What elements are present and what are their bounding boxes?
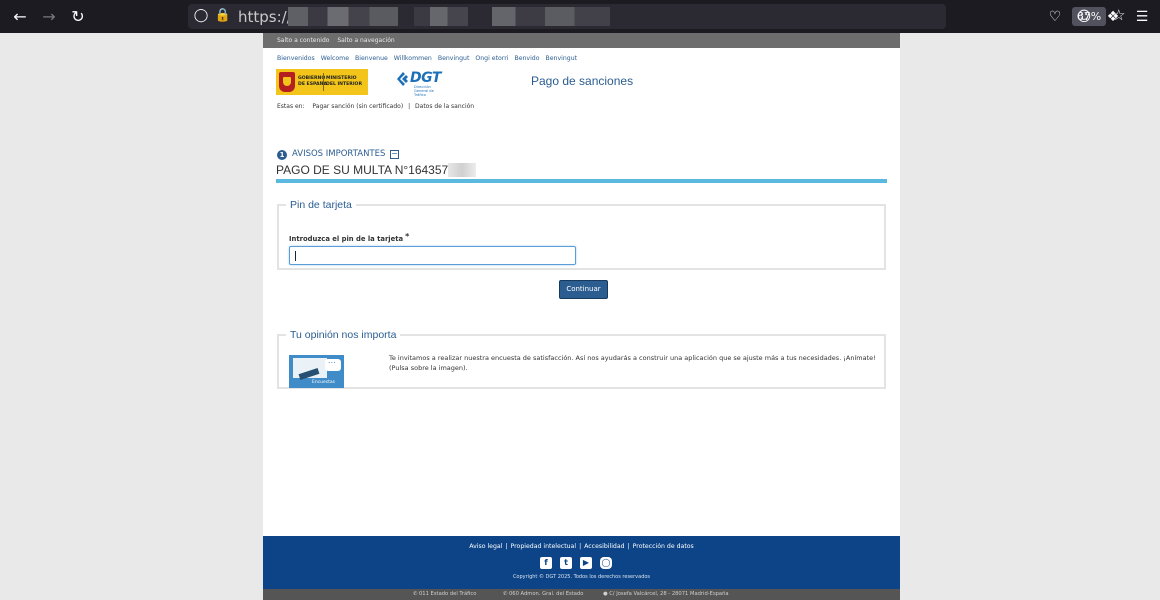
dgt-subtitle: Dirección General de Tráfico xyxy=(414,85,434,97)
facebook-icon[interactable]: f xyxy=(540,557,552,569)
logo-divider xyxy=(323,73,324,91)
url-redacted xyxy=(492,7,610,26)
dgt-mark-icon xyxy=(397,72,408,86)
breadcrumb: Estas en: Pagar sanción (sin certificado… xyxy=(277,103,477,110)
pin-input[interactable] xyxy=(289,246,576,265)
menu-icon[interactable]: ☰ xyxy=(1131,6,1153,28)
opinion-text: Te invitamos a realizar nuestra encuesta… xyxy=(389,354,876,372)
url-redacted xyxy=(414,7,468,26)
footer-link-proteccion[interactable]: Protección de datos xyxy=(633,543,694,550)
pin-legend: Pin de tarjeta xyxy=(290,199,352,211)
shield-icon[interactable]: ◯ xyxy=(192,7,210,25)
ministerio-text: MINISTERIO DEL INTERIOR xyxy=(326,76,362,87)
skip-links-bar: Salto a contenido Salto a navegación xyxy=(263,33,900,48)
breadcrumb-link[interactable]: Pagar sanción (sin certificado) xyxy=(312,103,403,110)
address: ● C/ Josefa Valcárcel, 28 - 28071 Madrid… xyxy=(603,591,729,597)
gobierno-logo[interactable]: GOBIERNO DE ESPAÑA MINISTERIO DEL INTERIOR xyxy=(276,69,368,95)
lang-link[interactable]: Benvingut xyxy=(438,55,470,62)
footer-links: Aviso legal | Propiedad intelectual | Accesi… xyxy=(469,543,694,550)
lang-link[interactable]: Willkommen xyxy=(394,55,432,62)
phone-traffic: ✆ 011 Estado del Tráfico xyxy=(413,591,477,597)
pin-fieldset: Pin de tarjeta Introduzca el pin de la t… xyxy=(277,199,886,270)
opinion-fieldset: Tu opinión nos importa Encuestas Te invi… xyxy=(277,329,886,389)
account-icon[interactable]: ☺ xyxy=(1073,6,1095,28)
breadcrumb-separator: | xyxy=(408,103,411,110)
skip-to-content-link[interactable]: Salto a contenido xyxy=(277,37,329,44)
url-bar[interactable]: ◯ 🔒 https:// 67% ☆ xyxy=(188,4,1125,29)
page-title: Pago de sanciones xyxy=(531,74,634,88)
dgt-wordmark: DGT xyxy=(410,70,441,86)
section-divider xyxy=(276,179,887,183)
browser-toolbar: ← → ↻ ◯ 🔒 https:// 67% ☆ ♡ ☺ ❖ ☰ xyxy=(0,0,1160,33)
continue-button[interactable]: Continuar xyxy=(559,280,608,299)
footer-link-propiedad[interactable]: Propiedad intelectual xyxy=(511,543,577,550)
footer-link-accesibilidad[interactable]: Accesibilidad xyxy=(584,543,624,550)
opinion-legend: Tu opinión nos importa xyxy=(290,329,397,341)
pocket-icon[interactable]: ♡ xyxy=(1044,6,1066,28)
footer-link-aviso-legal[interactable]: Aviso legal xyxy=(469,543,502,550)
dgt-logo[interactable]: DGT Dirección General de Tráfico xyxy=(396,70,452,97)
breadcrumb-current: Datos de la sanción xyxy=(415,103,475,110)
collapse-icon[interactable]: − xyxy=(390,150,399,159)
forward-icon[interactable]: → xyxy=(38,6,60,28)
text-caret xyxy=(295,251,296,261)
lang-link[interactable]: Bienvenue xyxy=(355,55,388,62)
skip-to-nav-link[interactable]: Salto a navegación xyxy=(337,37,394,44)
youtube-icon[interactable]: ▶ xyxy=(580,557,592,569)
survey-image[interactable]: Encuestas xyxy=(289,355,344,388)
breadcrumb-lead: Estas en: xyxy=(277,103,305,110)
required-mark: * xyxy=(405,232,410,241)
pin-field-label: Introduzca el pin de la tarjeta * xyxy=(289,232,410,243)
contact-bar: ✆ 011 Estado del Tráfico ✆ 060 Admon. Gr… xyxy=(263,589,900,600)
coat-of-arms-icon xyxy=(279,72,295,92)
copyright: Copyright © DGT 2025. Todos los derechos… xyxy=(512,574,651,580)
twitter-icon[interactable]: t xyxy=(560,557,572,569)
footer: Aviso legal | Propiedad intelectual | Accesi… xyxy=(263,536,900,589)
multa-number-redacted xyxy=(448,163,476,177)
phone-admin: ✆ 060 Admon. Gral. del Estado xyxy=(503,591,584,597)
lang-link[interactable]: Benvido xyxy=(514,55,539,62)
avisos-count-badge: 1 xyxy=(277,150,287,160)
url-text[interactable]: https:// xyxy=(238,8,292,26)
lang-link[interactable]: Ongi etorri xyxy=(475,55,508,62)
lang-link[interactable]: Bienvenidos xyxy=(277,55,315,62)
lang-link[interactable]: Benvingut xyxy=(546,55,578,62)
avisos-label[interactable]: AVISOS IMPORTANTES xyxy=(292,149,385,159)
instagram-icon[interactable]: ◯ xyxy=(600,557,612,569)
back-icon[interactable]: ← xyxy=(9,6,31,28)
url-redacted xyxy=(288,7,398,26)
multa-heading: PAGO DE SU MULTA N°164357 xyxy=(276,163,449,177)
survey-image-label: Encuestas xyxy=(312,380,336,385)
language-links: Bienvenidos Welcome Bienvenue Willkommen… xyxy=(277,55,581,62)
page: Salto a contenido Salto a navegación Bie… xyxy=(263,33,900,600)
extensions-icon[interactable]: ❖ xyxy=(1102,6,1124,28)
chat-bubble-icon xyxy=(325,356,341,371)
lang-link[interactable]: Welcome xyxy=(321,55,349,62)
reload-icon[interactable]: ↻ xyxy=(67,6,89,28)
lock-icon[interactable]: 🔒 xyxy=(214,7,232,25)
